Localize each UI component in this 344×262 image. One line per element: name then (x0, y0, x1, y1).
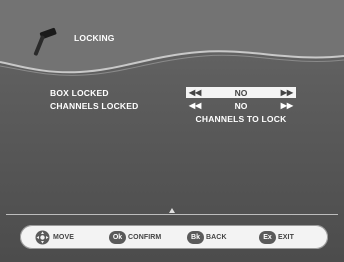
divider (6, 214, 338, 215)
exit-label: EXIT (278, 233, 294, 241)
locking-screen: LOCKING BOX LOCKED ◀◀ NO ▶▶ CHANNELS LOC… (0, 0, 344, 262)
channels-to-lock-button[interactable]: CHANNELS TO LOCK (186, 114, 296, 124)
back-button[interactable]: Bk BACK (187, 230, 227, 244)
scroll-indicator-icon (169, 208, 175, 213)
arrow-right-icon[interactable]: ▶▶ (281, 101, 293, 110)
bk-badge: Bk (187, 230, 204, 244)
channels-locked-label: CHANNELS LOCKED (50, 101, 139, 111)
footer-button-bar: MOVE Ok CONFIRM Bk BACK Ex EXIT (20, 225, 328, 249)
move-hint[interactable]: MOVE (35, 230, 74, 244)
box-locked-selector[interactable]: ◀◀ NO ▶▶ (186, 87, 296, 98)
channels-locked-value: NO (234, 101, 248, 111)
box-locked-label: BOX LOCKED (50, 88, 109, 98)
arrow-right-icon[interactable]: ▶▶ (281, 88, 293, 97)
ok-badge: Ok (109, 230, 126, 244)
channels-locked-selector[interactable]: ◀◀ NO ▶▶ (186, 100, 296, 111)
hammer-icon (33, 27, 57, 56)
dpad-icon (35, 230, 50, 244)
exit-button[interactable]: Ex EXIT (259, 230, 294, 244)
move-label: MOVE (53, 233, 75, 241)
ex-badge: Ex (259, 230, 276, 244)
confirm-label: CONFIRM (128, 233, 162, 241)
page-title: LOCKING (74, 33, 115, 43)
back-label: BACK (206, 233, 227, 241)
confirm-button[interactable]: Ok CONFIRM (109, 230, 161, 244)
box-locked-value: NO (234, 88, 248, 98)
